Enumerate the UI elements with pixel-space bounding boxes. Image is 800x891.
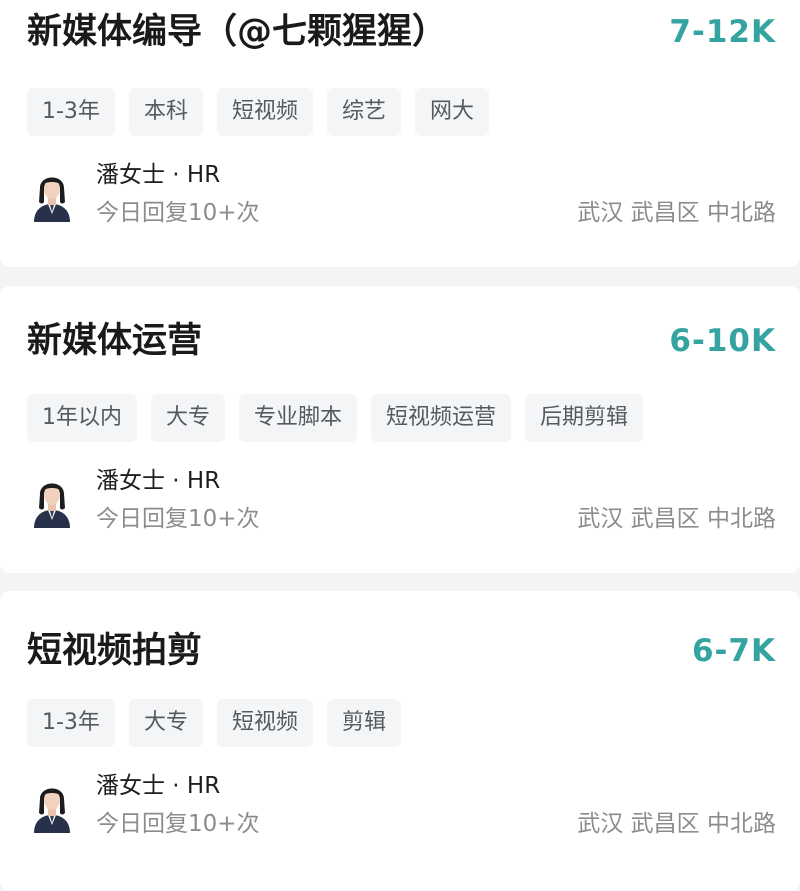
- hr-avatar-icon[interactable]: [30, 779, 74, 833]
- job-tag: 大专: [151, 394, 226, 442]
- job-tag: 综艺: [326, 88, 401, 136]
- job-location: 武汉 武昌区 中北路: [577, 200, 776, 226]
- job-tag: 1年以内: [27, 394, 137, 442]
- job-title-row: 新媒体运营 6-10K: [27, 319, 776, 379]
- hr-reply-rate: 今日回复10+次: [96, 506, 260, 532]
- hr-avatar-icon[interactable]: [30, 474, 74, 528]
- job-tag: 本科: [128, 88, 203, 136]
- job-title: 新媒体运营: [27, 321, 203, 361]
- job-salary: 7-12K: [669, 14, 776, 50]
- job-list: 新媒体编导（@七颗猩猩） 7-12K 1-3年 本科 短视频 综艺 网大 潘女士…: [0, 0, 800, 891]
- job-card[interactable]: 新媒体运营 6-10K 1年以内 大专 专业脚本 短视频运营 后期剪辑 潘女士 …: [0, 286, 800, 573]
- hr-name: 潘女士 · HR: [96, 468, 221, 494]
- job-location: 武汉 武昌区 中北路: [577, 506, 776, 532]
- job-tag: 后期剪辑: [525, 394, 644, 442]
- job-tag: 大专: [128, 699, 203, 747]
- job-tag: 短视频: [216, 699, 313, 747]
- job-salary: 6-10K: [669, 323, 776, 359]
- job-tag: 短视频运营: [371, 394, 512, 442]
- job-tags: 1-3年 本科 短视频 综艺 网大: [27, 88, 489, 136]
- hr-avatar-icon[interactable]: [30, 168, 74, 222]
- hr-name: 潘女士 · HR: [96, 773, 221, 799]
- job-tag: 1-3年: [27, 88, 115, 136]
- job-card[interactable]: 新媒体编导（@七颗猩猩） 7-12K 1-3年 本科 短视频 综艺 网大 潘女士…: [0, 0, 800, 267]
- job-tag: 1-3年: [27, 699, 115, 747]
- job-title: 短视频拍剪: [27, 631, 203, 671]
- hr-reply-rate: 今日回复10+次: [96, 200, 260, 226]
- job-tag: 专业脚本: [239, 394, 358, 442]
- job-tags: 1年以内 大专 专业脚本 短视频运营 后期剪辑: [27, 394, 644, 442]
- job-salary: 6-7K: [691, 633, 776, 669]
- hr-info-row: 潘女士 · HR 今日回复10+次 武汉 武昌区 中北路: [30, 160, 776, 230]
- job-title-row: 短视频拍剪 6-7K: [27, 629, 776, 689]
- job-tags: 1-3年 大专 短视频 剪辑: [27, 699, 401, 747]
- hr-name: 潘女士 · HR: [96, 162, 221, 188]
- job-tag: 短视频: [216, 88, 313, 136]
- job-tag: 剪辑: [326, 699, 401, 747]
- hr-reply-rate: 今日回复10+次: [96, 811, 260, 837]
- job-tag: 网大: [414, 88, 489, 136]
- job-card[interactable]: 短视频拍剪 6-7K 1-3年 大专 短视频 剪辑 潘女士 · HR 今日回复1…: [0, 591, 800, 891]
- job-title-row: 新媒体编导（@七颗猩猩） 7-12K: [27, 10, 776, 70]
- job-title: 新媒体编导（@七颗猩猩）: [27, 12, 448, 52]
- job-location: 武汉 武昌区 中北路: [577, 811, 776, 837]
- hr-info-row: 潘女士 · HR 今日回复10+次 武汉 武昌区 中北路: [30, 771, 776, 841]
- hr-info-row: 潘女士 · HR 今日回复10+次 武汉 武昌区 中北路: [30, 466, 776, 536]
